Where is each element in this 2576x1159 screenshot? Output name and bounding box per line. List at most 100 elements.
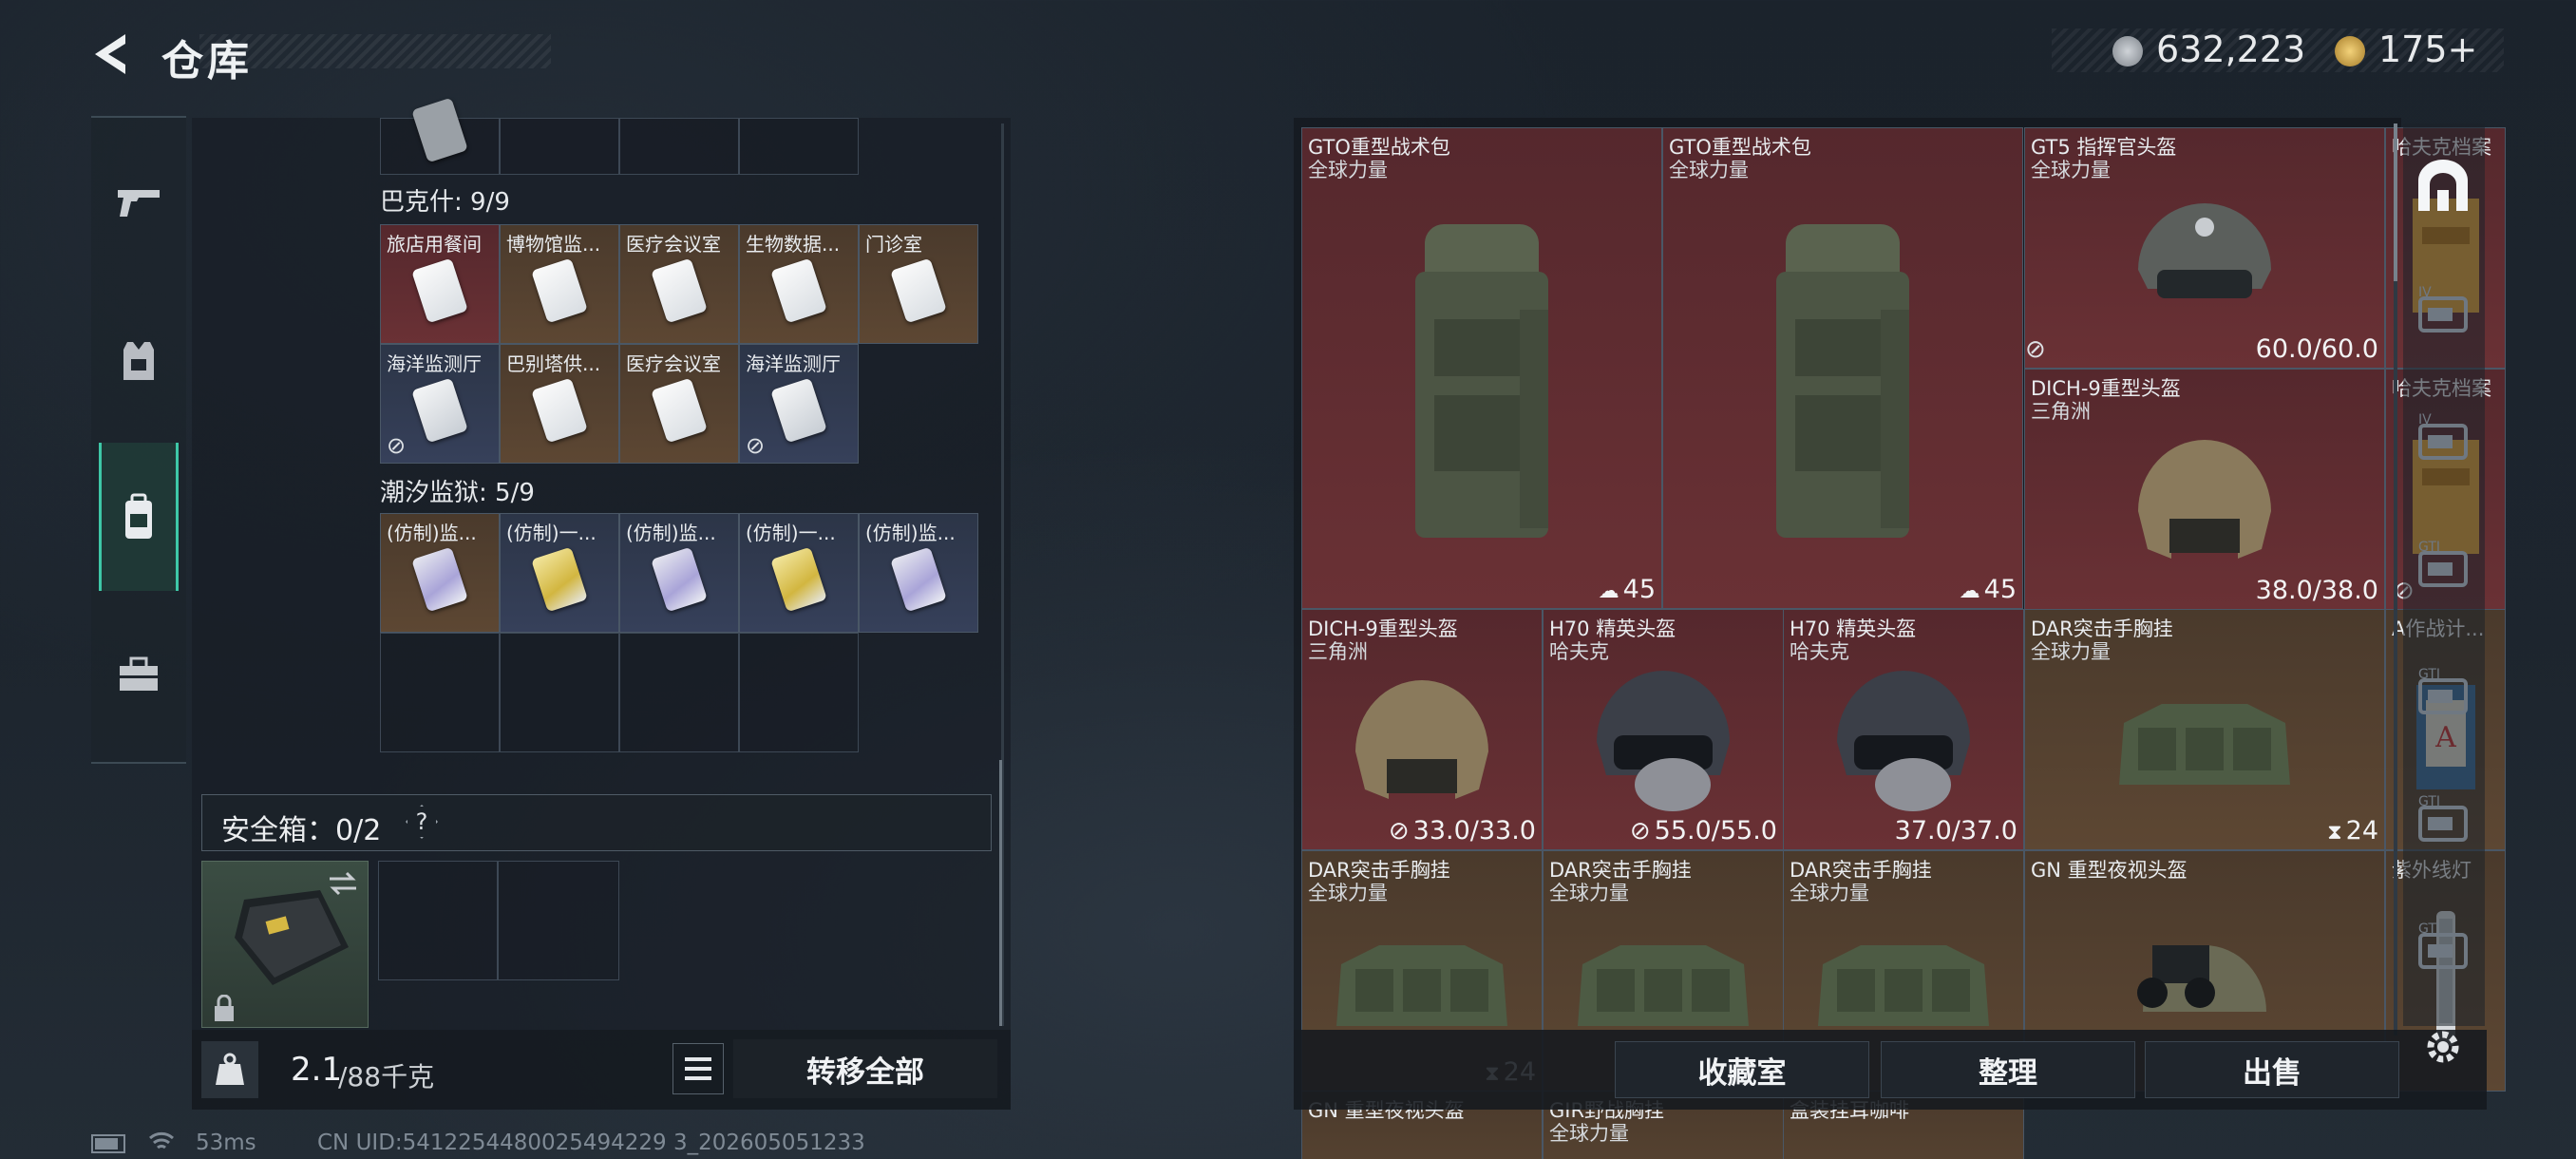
safe-box-empty-slot[interactable] bbox=[378, 861, 498, 980]
keycard-slot[interactable]: 医疗会议室 bbox=[619, 344, 739, 464]
item-slot[interactable] bbox=[619, 118, 739, 175]
gold-amount[interactable]: 175+ bbox=[2378, 28, 2477, 70]
keycard-slot[interactable]: (仿制)监... bbox=[380, 513, 500, 633]
keycard-slot[interactable]: 生物数据... bbox=[739, 224, 859, 344]
nav-toolbox[interactable] bbox=[91, 608, 186, 741]
keycard-name: 海洋监测厅 bbox=[746, 352, 841, 375]
stash-item[interactable]: GTO重型战术包 全球力量 ☁ 45 bbox=[1301, 127, 1662, 609]
left-scrollbar-thumb[interactable] bbox=[999, 760, 1002, 1026]
keycard-slot[interactable]: 海洋监测厅 ⊘ bbox=[739, 344, 859, 464]
item-value: 60.0/60.0 bbox=[2255, 334, 2378, 364]
stash-item[interactable]: GTO重型战术包 全球力量 ☁ 45 bbox=[1662, 127, 2023, 609]
empty-slot[interactable] bbox=[619, 633, 739, 752]
stash-item[interactable]: DICH-9重型头盔 三角洲 38.0/38.0 bbox=[2024, 369, 2385, 610]
keycard-slot[interactable]: 旅店用餐间 bbox=[380, 224, 500, 344]
empty-slot[interactable] bbox=[500, 633, 619, 752]
item-name: GN 重型夜视头盔 bbox=[2031, 859, 2188, 882]
keycard-icon bbox=[411, 258, 468, 324]
stash-item[interactable]: GT5 指挥官头盔 全球力量 60.0/60.0 ⊘ bbox=[2024, 127, 2385, 369]
keycard-slot[interactable]: 医疗会议室 bbox=[619, 224, 739, 344]
iv-medkit-icon[interactable]: IV bbox=[2413, 410, 2473, 471]
keycard-slot[interactable]: 巴别塔供... bbox=[500, 344, 619, 464]
gear-icon[interactable] bbox=[2422, 1026, 2464, 1068]
nav-armor[interactable] bbox=[91, 294, 186, 428]
empty-slot[interactable] bbox=[380, 633, 500, 752]
safe-box-header[interactable]: 安全箱：0/2 ? bbox=[201, 794, 992, 851]
keycard-slot[interactable]: 海洋监测厅 ⊘ bbox=[380, 344, 500, 464]
keycard-slot[interactable]: (仿制)监... bbox=[619, 513, 739, 633]
keycard-slot[interactable]: (仿制)监... bbox=[859, 513, 978, 633]
swap-icon[interactable] bbox=[326, 869, 360, 898]
gti-crate-icon[interactable]: GTI bbox=[2413, 920, 2473, 980]
nav-backpack-active[interactable] bbox=[99, 443, 179, 591]
collection-room-button[interactable]: 收藏室 bbox=[1615, 1041, 1869, 1098]
item-slot[interactable] bbox=[500, 118, 619, 175]
item-value: 38.0/38.0 bbox=[2255, 576, 2378, 605]
item-faction: 全球力量 bbox=[1669, 159, 1749, 181]
keycard-slot[interactable]: 门诊室 bbox=[859, 224, 978, 344]
rig-icon bbox=[1563, 917, 1763, 1044]
silver-coin-icon bbox=[2112, 36, 2143, 66]
battery-icon bbox=[91, 1134, 125, 1153]
transfer-all-button[interactable]: 转移全部 bbox=[733, 1039, 997, 1098]
keycard-slot[interactable]: 博物馆监... bbox=[500, 224, 619, 344]
safe-box-empty-slot[interactable] bbox=[498, 861, 619, 980]
stash-item[interactable]: H70 精英头盔 哈夫克 37.0/37.0 bbox=[1783, 609, 2024, 850]
silver-amount: 632,223 bbox=[2156, 28, 2306, 70]
list-view-button[interactable] bbox=[672, 1043, 724, 1094]
no-insure-icon: ⊘ bbox=[1388, 817, 1410, 846]
item-value: 24 bbox=[2345, 816, 2378, 846]
page-title: 仓库 bbox=[161, 37, 253, 86]
uid-text: CN UID:5412254480025494229 3_20260505123… bbox=[317, 1130, 865, 1155]
nav-weapons[interactable] bbox=[91, 137, 186, 270]
keycard-name: (仿制)一... bbox=[746, 522, 836, 544]
keycard-icon bbox=[651, 378, 708, 444]
stash-item[interactable]: DAR突击手胸挂全球力量⧗24 bbox=[2024, 609, 2385, 850]
safehouse-icon[interactable] bbox=[2413, 156, 2473, 217]
keycard-icon bbox=[770, 258, 827, 324]
helmet-cmd-icon bbox=[2119, 184, 2290, 331]
bag-icon bbox=[1396, 215, 1567, 560]
item-slot[interactable] bbox=[739, 118, 859, 175]
item-faction: 全球力量 bbox=[1549, 1122, 1629, 1145]
sell-button[interactable]: 出售 bbox=[2145, 1041, 2399, 1098]
keycard-name: (仿制)监... bbox=[626, 522, 716, 544]
keycard-name: 旅店用餐间 bbox=[387, 233, 482, 256]
keycard-name: 医疗会议室 bbox=[626, 233, 721, 256]
keycard-icon bbox=[411, 547, 468, 613]
stash-item[interactable]: H70 精英头盔 哈夫克 ⊘ 55.0/55.0 bbox=[1543, 609, 1784, 850]
gti-pistol-icon[interactable]: GTI bbox=[2413, 792, 2473, 853]
item-value: 33.0/33.0 bbox=[1412, 816, 1536, 846]
help-icon[interactable]: ? bbox=[406, 805, 438, 839]
keycard-name: 门诊室 bbox=[865, 233, 922, 256]
item-faction: 三角洲 bbox=[2031, 400, 2091, 423]
gti-rifle-icon[interactable]: GTI bbox=[2413, 665, 2473, 726]
helmet-camo-icon bbox=[2124, 416, 2285, 581]
svg-text:GTI: GTI bbox=[2418, 922, 2440, 937]
armor-vest-icon bbox=[123, 342, 154, 380]
back-arrow-icon[interactable] bbox=[87, 28, 135, 80]
stash-item[interactable]: DICH-9重型头盔 三角洲 ⊘ 33.0/33.0 bbox=[1301, 609, 1543, 850]
helmet-camo-icon bbox=[1341, 656, 1503, 822]
iv-folder-icon[interactable]: IV bbox=[2413, 283, 2473, 344]
item-faction: 全球力量 bbox=[1308, 882, 1388, 904]
toolbox-icon bbox=[120, 656, 158, 691]
keycard-icon bbox=[770, 547, 827, 613]
safe-box-label: 安全箱：0/2 bbox=[221, 814, 382, 847]
empty-slot[interactable] bbox=[739, 633, 859, 752]
svg-text:GTI: GTI bbox=[2418, 667, 2440, 682]
keycard-slot[interactable]: (仿制)一... bbox=[500, 513, 619, 633]
right-scrollbar-thumb[interactable] bbox=[2394, 124, 2397, 281]
keycard-name: 生物数据... bbox=[746, 233, 841, 256]
keycard-slot[interactable]: (仿制)一... bbox=[739, 513, 859, 633]
gold-coin-icon bbox=[2335, 36, 2365, 66]
keycard-icon bbox=[890, 547, 947, 613]
rig-icon bbox=[1322, 917, 1522, 1044]
item-slot[interactable] bbox=[380, 97, 500, 175]
gti-gun-icon[interactable]: GTI bbox=[2413, 538, 2473, 598]
no-insure-icon: ⊘ bbox=[2025, 335, 2046, 364]
list-icon bbox=[685, 1057, 711, 1061]
item-faction: 全球力量 bbox=[2031, 640, 2111, 663]
sort-button[interactable]: 整理 bbox=[1881, 1041, 2135, 1098]
safe-box-slot[interactable] bbox=[201, 861, 369, 1028]
